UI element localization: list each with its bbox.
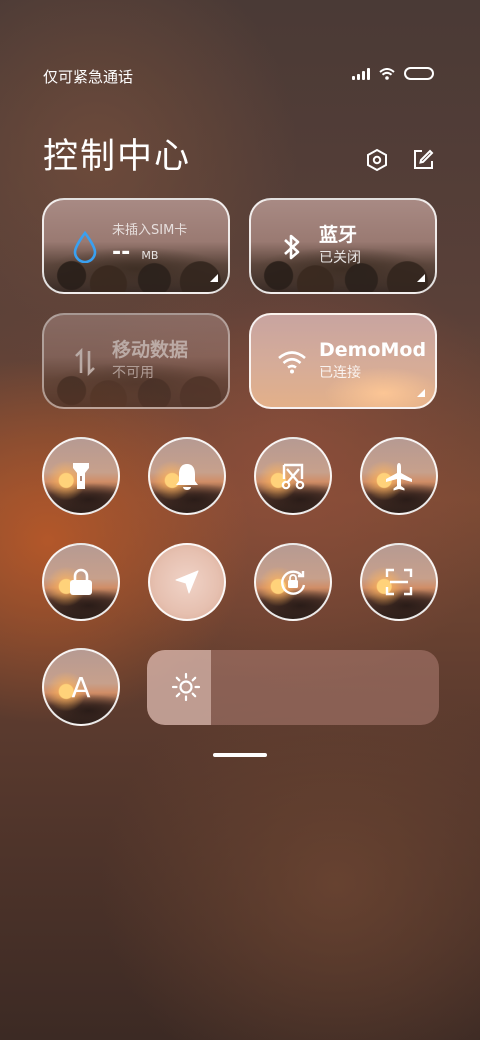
home-indicator[interactable] [213, 753, 267, 757]
bluetooth-title: 蓝牙 [319, 224, 358, 246]
airplane-toggle[interactable] [360, 437, 438, 515]
bluetooth-status: 已关闭 [319, 250, 361, 266]
scan-frame-icon [362, 545, 436, 619]
wifi-network-name: DemoMod [319, 339, 427, 361]
bell-icon [150, 439, 224, 513]
lock-icon [44, 545, 118, 619]
airplane-icon [362, 439, 436, 513]
brightness-slider[interactable] [147, 650, 439, 725]
rotation-lock-icon [256, 545, 330, 619]
mobile-data-arrows-icon [68, 345, 102, 379]
auto-brightness-label: A [71, 670, 91, 704]
auto-brightness-toggle[interactable]: A [42, 648, 120, 726]
sim-status-text: 未插入SIM卡 [112, 223, 188, 238]
location-arrow-icon [150, 545, 224, 619]
silent-toggle[interactable] [148, 437, 226, 515]
expand-corner-icon [210, 274, 218, 282]
expand-corner-icon [417, 389, 425, 397]
expand-corner-icon [417, 274, 425, 282]
scanner-toggle[interactable] [360, 543, 438, 621]
flashlight-icon [44, 439, 118, 513]
data-usage-tile[interactable]: 未插入SIM卡 -- MB [42, 198, 230, 294]
bluetooth-icon [275, 230, 309, 264]
screenshot-toggle[interactable] [254, 437, 332, 515]
mobile-data-tile[interactable]: 移动数据 不可用 [42, 313, 230, 409]
sun-icon [171, 672, 201, 702]
page-title: 控制中心 [43, 137, 192, 177]
status-icons [352, 67, 434, 80]
rotation-lock-toggle[interactable] [254, 543, 332, 621]
water-drop-icon [68, 230, 102, 264]
mobile-data-title: 移动数据 [112, 339, 189, 361]
wifi-icon [379, 67, 395, 80]
lock-screen-toggle[interactable] [42, 543, 120, 621]
signal-bars-icon [352, 67, 370, 80]
data-usage-unit: MB [141, 249, 159, 262]
wifi-status: 已连接 [319, 365, 361, 381]
data-usage-value: -- [112, 240, 131, 265]
scissors-screenshot-icon [256, 439, 330, 513]
wifi-icon [275, 345, 309, 379]
flashlight-toggle[interactable] [42, 437, 120, 515]
settings-hexagon-icon[interactable] [365, 148, 389, 172]
bluetooth-tile[interactable]: 蓝牙 已关闭 [249, 198, 437, 294]
letter-a-icon: A [44, 650, 118, 724]
mobile-data-status: 不可用 [112, 365, 154, 381]
edit-icon[interactable] [411, 148, 435, 172]
battery-icon [404, 67, 434, 80]
carrier-text: 仅可紧急通话 [43, 68, 134, 86]
wifi-tile[interactable]: DemoMod 已连接 [249, 313, 437, 409]
location-toggle[interactable] [148, 543, 226, 621]
